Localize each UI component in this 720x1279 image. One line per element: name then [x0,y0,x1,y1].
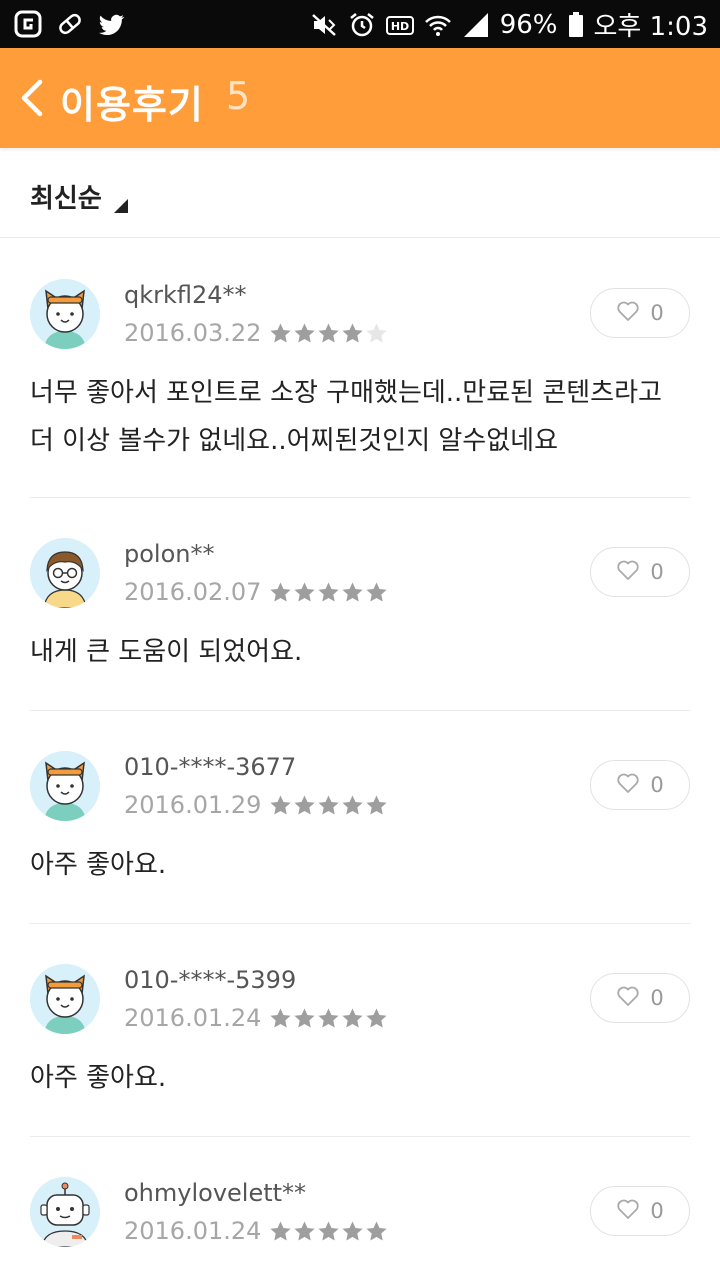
like-button[interactable]: 0 [590,973,690,1023]
review-nickname: 010-****-3677 [124,753,297,781]
clock: 오후 1:03 [593,12,709,42]
review-date: 2016.03.22 [124,319,262,347]
battery-icon [568,11,584,39]
like-count: 0 [650,986,664,1010]
star-filled-icon [294,1007,315,1028]
heart-icon [616,772,640,798]
boy-avatar-icon [30,538,100,608]
like-button[interactable]: 0 [590,288,690,338]
review-item: 010-****-5399 2016.01.24 0 아주 좋아요. [30,924,690,1137]
heart-icon [616,559,640,585]
star-filled-icon [366,1220,387,1241]
review-date: 2016.01.24 [124,1217,262,1245]
star-filled-icon [294,1220,315,1241]
star-filled-icon [270,1220,291,1241]
star-filled-icon [366,1007,387,1028]
star-filled-icon [294,581,315,602]
star-filled-icon [342,581,363,602]
review-text: 내게 큰 도움이 되었어요. [30,637,303,667]
signal-icon [462,11,490,39]
like-button[interactable]: 0 [590,547,690,597]
cat-avatar-icon [30,279,100,349]
star-filled-icon [318,1220,339,1241]
battery-percent: 96% [499,9,558,40]
back-button[interactable] [12,72,52,124]
g-icon [14,10,42,38]
star-filled-icon [366,581,387,602]
alarm-icon [348,11,376,39]
twitter-icon [98,10,126,38]
wifi-icon [424,11,452,39]
review-text: 아주 좋아요. [30,1063,167,1093]
star-filled-icon [270,322,291,343]
status-bar: HD 96% 오후 1:03 [0,0,720,48]
heart-icon [616,985,640,1011]
review-item: ohmylovelett** 2016.01.24 0 [30,1137,690,1279]
star-filled-icon [342,322,363,343]
star-rating [269,794,388,817]
chevron-left-icon [12,79,52,128]
star-filled-icon [366,794,387,815]
like-count: 0 [650,773,664,797]
sort-bar: 최신순 [0,148,720,238]
svg-text:HD: HD [391,20,409,33]
review-list: qkrkfl24** 2016.03.22 0 너무 좋아서 포인트로 소장 구… [0,239,720,1279]
star-filled-icon [318,1007,339,1028]
robot-avatar-icon [30,1177,100,1247]
hd-icon: HD [385,11,414,39]
sort-dropdown[interactable]: 최신순 [30,178,128,215]
star-rating [269,1007,388,1030]
review-date: 2016.01.29 [124,791,262,819]
star-filled-icon [270,794,291,815]
star-rating [269,581,388,604]
review-nickname: 010-****-5399 [124,966,297,994]
cat-avatar-icon [30,751,100,821]
star-filled-icon [342,794,363,815]
star-rating [269,322,388,345]
caret-down-icon [113,199,128,213]
star-filled-icon [270,581,291,602]
star-filled-icon [318,581,339,602]
review-item: polon** 2016.02.07 0 내게 큰 도움이 되었어요. [30,498,690,711]
heart-icon [616,1198,640,1224]
review-item: qkrkfl24** 2016.03.22 0 너무 좋아서 포인트로 소장 구… [30,239,690,498]
star-filled-icon [342,1007,363,1028]
star-filled-icon [294,794,315,815]
like-button[interactable]: 0 [590,760,690,810]
like-button[interactable]: 0 [590,1186,690,1236]
like-count: 0 [650,1199,664,1223]
star-filled-icon [342,1220,363,1241]
heart-icon [616,300,640,326]
review-count: 5 [226,74,251,118]
like-count: 0 [650,560,664,584]
star-filled-icon [318,322,339,343]
app-bar: 이용후기 5 [0,48,720,148]
star-rating [269,1220,388,1243]
page-title: 이용후기 [60,83,204,127]
review-nickname: qkrkfl24** [124,281,247,309]
review-date: 2016.02.07 [124,578,262,606]
star-filled-icon [294,322,315,343]
review-date: 2016.01.24 [124,1004,262,1032]
sort-label: 최신순 [30,184,102,214]
review-nickname: ohmylovelett** [124,1179,307,1207]
cat-avatar-icon [30,964,100,1034]
review-text: 너무 좋아서 포인트로 소장 구매했는데..만료된 콘텐츠라고 더 이상 볼수가… [30,378,662,456]
star-filled-icon [318,794,339,815]
like-count: 0 [650,301,664,325]
review-nickname: polon** [124,540,215,568]
pill-icon [56,10,84,38]
mute-icon [310,11,338,39]
review-text: 아주 좋아요. [30,850,167,880]
star-empty-icon [366,322,387,343]
star-filled-icon [270,1007,291,1028]
review-item: 010-****-3677 2016.01.29 0 아주 좋아요. [30,711,690,924]
